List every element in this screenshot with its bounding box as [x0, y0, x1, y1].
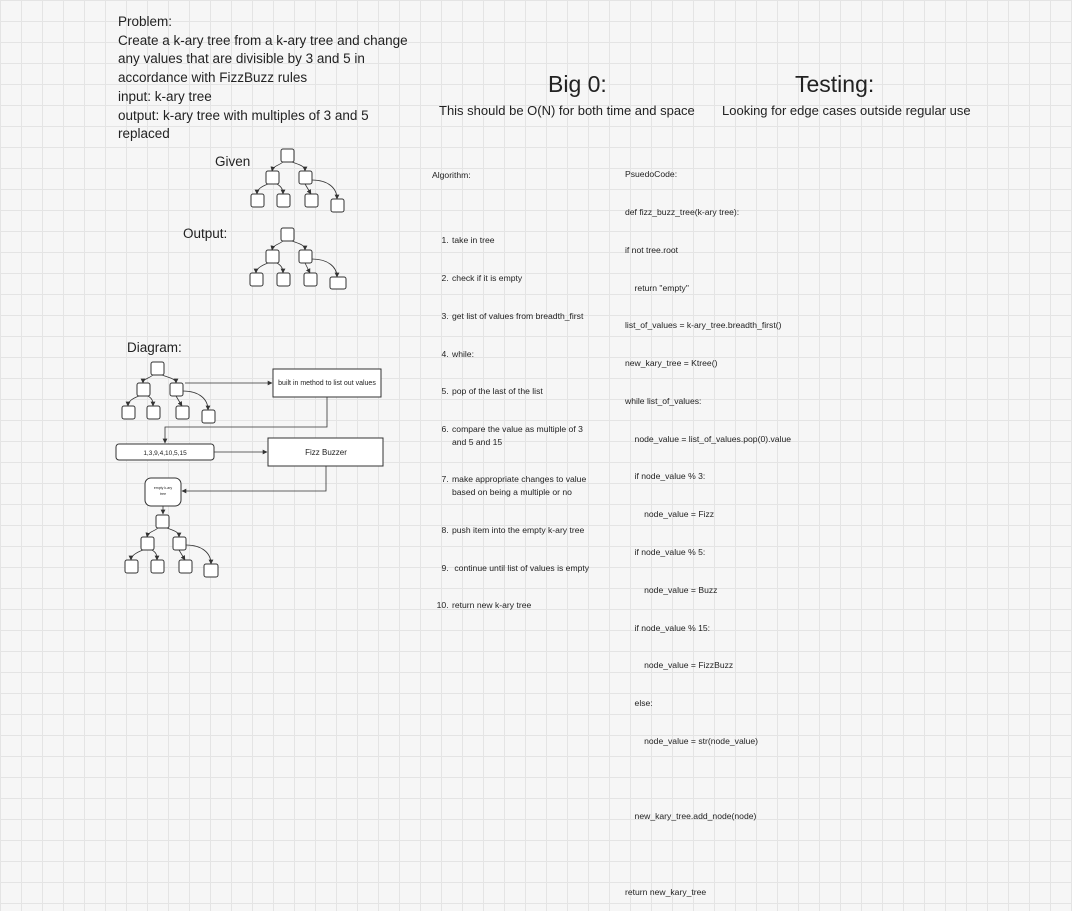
tree-edge: [175, 395, 183, 407]
tree-node: [175, 405, 190, 420]
tree-edge: [291, 240, 308, 251]
tree-edge: [125, 395, 140, 407]
fizz-buzzer-label: Fizz Buzzer: [305, 448, 347, 457]
tree-node: [203, 563, 219, 578]
tree-edge: [147, 395, 156, 407]
tree-node: [150, 559, 165, 574]
given-tree: [250, 148, 345, 213]
code-line: new_kary_tree.add_node(node): [625, 811, 757, 822]
tree-node: [172, 536, 187, 551]
flow-arrow: [181, 466, 327, 494]
tree-node: [265, 170, 280, 185]
values-list-label: 1,3,9,4,10,5,15: [143, 450, 187, 457]
flow-arrow: [162, 397, 328, 444]
tree-node: [155, 514, 170, 529]
tree-edge: [276, 183, 286, 195]
tree-node: [136, 382, 151, 397]
code-line: node_value = str(node_value): [625, 735, 759, 746]
builtin-method-label: built in method to list out values: [278, 380, 376, 387]
tree-node: [150, 361, 165, 376]
tree-node: [201, 409, 216, 424]
tree-edge: [291, 161, 308, 172]
tree-edge: [140, 374, 154, 384]
tree-edge: [161, 374, 179, 384]
tree-edge: [151, 549, 160, 561]
tree-node: [298, 249, 313, 264]
empty-tree-label: tree: [160, 492, 166, 496]
tree-edge: [253, 262, 269, 274]
tree-node: [265, 249, 280, 264]
tree-node: [298, 170, 313, 185]
tree-edge: [128, 549, 144, 561]
tree-node: [303, 272, 318, 287]
tree-node: [280, 148, 295, 163]
tree-node: [146, 405, 161, 420]
diagram-output-tree: [124, 514, 219, 578]
tree-edge: [270, 161, 284, 172]
tree-edge: [304, 183, 312, 195]
tree-edge: [270, 240, 284, 251]
tree-node: [140, 536, 155, 551]
tree-node: [249, 272, 264, 287]
tree-node: [178, 559, 193, 574]
tree-node: [304, 193, 319, 208]
tree-edge: [145, 527, 159, 538]
tree-edge: [304, 262, 311, 274]
tree-node: [280, 227, 295, 242]
code-line: else:: [625, 698, 653, 709]
tree-edge: [178, 549, 186, 561]
tree-node: [124, 559, 139, 574]
tree-node: [276, 272, 291, 287]
code-line: return new_kary_tree: [625, 886, 707, 897]
tree-node: [276, 193, 291, 208]
tree-edge: [254, 183, 269, 195]
diagram-input-tree: [121, 361, 216, 424]
tree-node: [330, 198, 345, 213]
tree-edge: [276, 262, 286, 274]
tree-edge: [166, 527, 182, 538]
tree-node: [169, 382, 184, 397]
empty-tree-label: empty k-ary: [154, 486, 173, 490]
tree-node: [329, 276, 347, 290]
output-tree: [249, 227, 347, 290]
code-line: node_value = FizzBuzz: [625, 660, 734, 671]
tree-node: [250, 193, 265, 208]
tree-node: [121, 405, 136, 420]
diagram-canvas: built in method to list out values 1,3,9…: [115, 148, 384, 578]
